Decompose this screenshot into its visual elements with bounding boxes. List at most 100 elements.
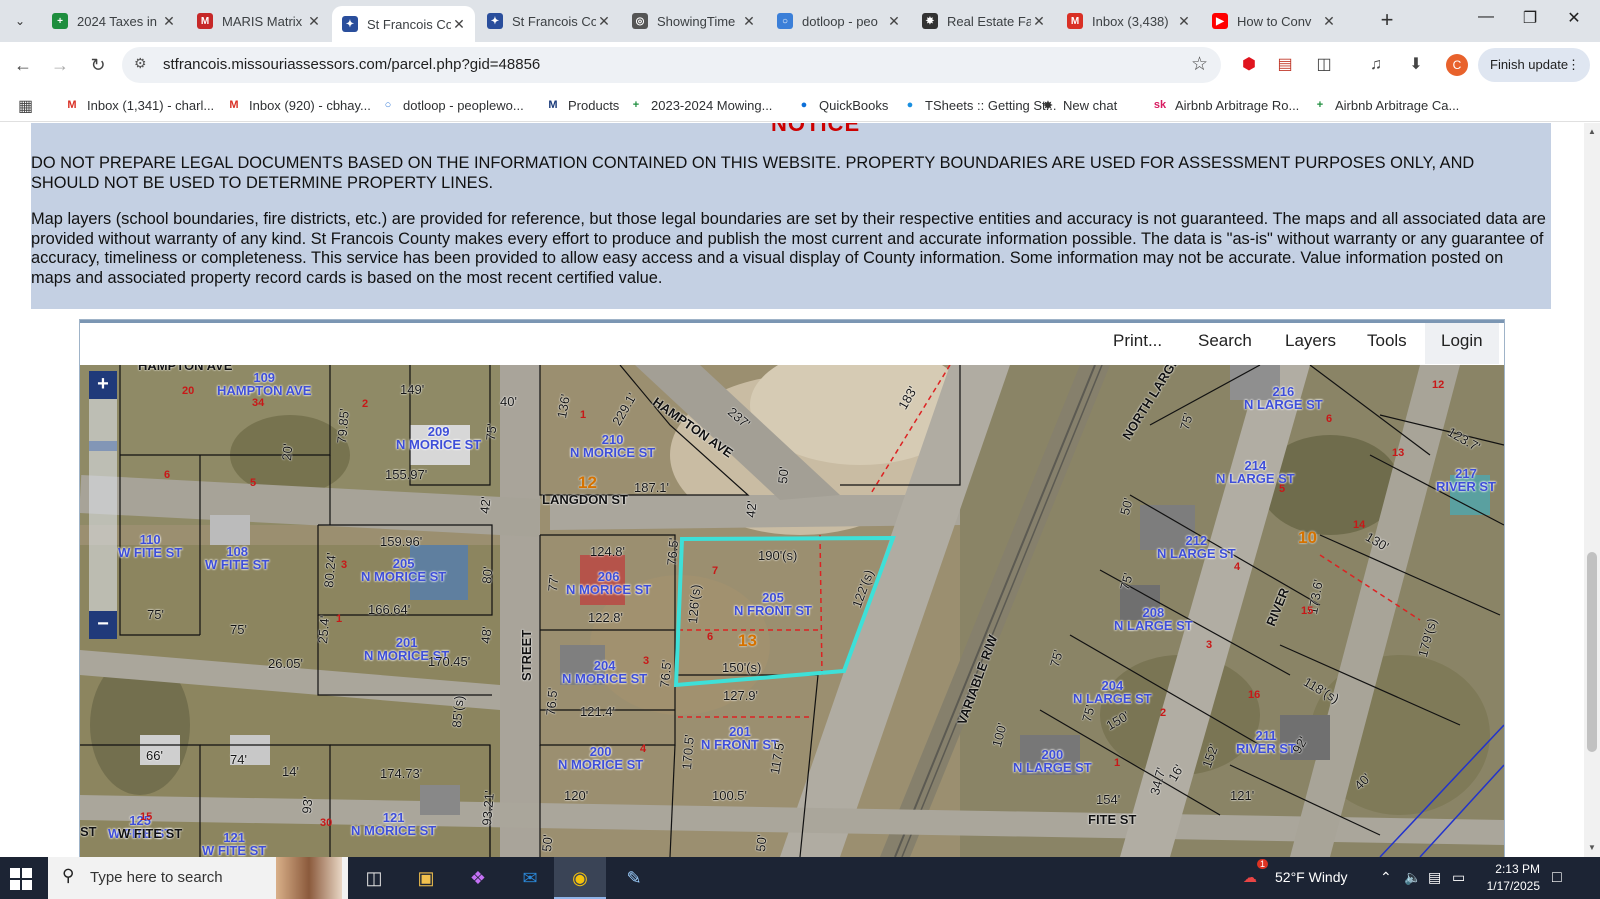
restore-icon[interactable]: ❐ — [1510, 8, 1550, 28]
dimension-label: 159.96' — [380, 534, 423, 549]
zoom-slider[interactable]: + − — [89, 371, 117, 639]
tab-5[interactable]: ○ dotloop - peo ✕ — [767, 6, 910, 36]
volume-icon[interactable]: 🔈 — [1404, 869, 1421, 886]
zoom-out-button[interactable]: − — [89, 611, 117, 639]
youtube-icon: ▶ — [1212, 13, 1228, 29]
windows-start-icon[interactable] — [10, 868, 32, 890]
block-number: 12 — [578, 473, 597, 492]
bookmark-item[interactable]: ● QuickBooks — [796, 95, 889, 115]
page-scrollbar[interactable]: ▲ ▼ — [1584, 123, 1600, 857]
lot-number-label: 5 — [1279, 483, 1286, 495]
bookmark-item[interactable]: sk Airbnb Arbitrage Ro... — [1152, 95, 1299, 115]
tab-3[interactable]: ✦ St Francois Co ✕ — [477, 6, 620, 36]
weather-icon[interactable]: ☁ — [1243, 869, 1257, 886]
outlook-icon[interactable]: ✉ — [510, 863, 550, 893]
bookmark-item[interactable]: M Inbox (920) - cbhay... — [226, 95, 370, 115]
tab-0[interactable]: +2024 Taxes in ✕ — [42, 6, 185, 36]
close-window-icon[interactable]: ✕ — [1554, 8, 1594, 28]
taskbar-search-box[interactable]: ⚲ Type here to search — [48, 857, 348, 899]
zoom-slider-thumb[interactable] — [89, 441, 117, 451]
scrollbar-thumb[interactable] — [1587, 552, 1597, 752]
file-explorer-icon[interactable]: ▣ — [406, 863, 446, 893]
tab-8[interactable]: ▶ How to Conv ✕ — [1202, 6, 1345, 36]
dimension-label: 76.5' — [657, 659, 675, 689]
extension-icon[interactable]: ▤ — [1273, 53, 1297, 77]
dimension-label: 80' — [479, 566, 496, 585]
tab-close-icon[interactable]: ✕ — [1176, 13, 1192, 30]
back-button[interactable]: ← — [9, 51, 37, 79]
parcel-street: N MORICE ST — [566, 582, 652, 597]
weather-text[interactable]: 52°F Windy — [1275, 869, 1348, 885]
minimize-icon[interactable]: — — [1466, 8, 1506, 26]
tab-close-icon[interactable]: ✕ — [1031, 13, 1047, 30]
media-controls-icon[interactable]: ♫ — [1364, 53, 1388, 77]
tab-2[interactable]: ✦ St Francois Co ✕ — [332, 6, 475, 42]
clock-time: 2:13 PM — [1495, 862, 1540, 876]
tab-close-icon[interactable]: ✕ — [886, 13, 902, 30]
taskbar-search-placeholder: Type here to search — [90, 869, 223, 886]
parcel-map[interactable]: 109 HAMPTON AVE 209 N MORICE ST 210 N MORICE … — [80, 365, 1504, 857]
apps-grid-icon[interactable]: ▦ — [18, 96, 33, 116]
tray-chevron-icon[interactable]: ⌃ — [1380, 869, 1392, 886]
task-view-icon[interactable]: ◫ — [354, 863, 394, 893]
dimension-label: 50' — [753, 834, 770, 853]
reload-button[interactable]: ↻ — [84, 51, 112, 79]
parcel-label: 200 N MORICE ST — [558, 745, 643, 771]
tab-4[interactable]: ◎ ShowingTime ✕ — [622, 6, 765, 36]
bookmark-item[interactable]: M Products — [545, 95, 619, 115]
dimension-label: 93' — [299, 796, 316, 815]
tab-close-icon[interactable]: ✕ — [1321, 13, 1337, 30]
bookmark-item[interactable]: ○ dotloop - peoplewo... — [380, 95, 524, 115]
address-bar[interactable]: ⚙ stfrancois.missouriassessors.com/parce… — [122, 47, 1221, 83]
tools-button[interactable]: Tools — [1367, 331, 1407, 351]
adblock-extension-icon[interactable]: ⬢ — [1237, 53, 1261, 77]
tab-6[interactable]: ✸ Real Estate Fa ✕ — [912, 6, 1055, 36]
gmail-icon: M — [229, 99, 239, 111]
login-button[interactable]: Login — [1425, 323, 1499, 364]
bookmark-star-icon[interactable]: ☆ — [1191, 53, 1208, 76]
bookmark-item[interactable]: M Inbox (1,341) - charl... — [64, 95, 214, 115]
profile-avatar[interactable]: C — [1446, 54, 1468, 76]
bookmark-item[interactable]: ● TSheets :: Getting St... — [902, 95, 1057, 115]
new-tab-button[interactable]: + — [1375, 8, 1399, 32]
site-info-icon[interactable]: ⚙ — [134, 55, 147, 72]
scroll-down-icon[interactable]: ▼ — [1588, 843, 1596, 852]
tab-7[interactable]: M Inbox (3,438) ✕ — [1057, 6, 1200, 36]
tab-search-button[interactable]: ⌄ — [8, 9, 32, 33]
layers-button[interactable]: Layers — [1285, 331, 1336, 351]
system-clock[interactable]: 2:13 PM 1/17/2025 — [1460, 861, 1540, 895]
bookmark-item[interactable]: + Airbnb Arbitrage Ca... — [1312, 95, 1460, 115]
street-name: HAMPTON AVE — [138, 365, 233, 373]
zoom-in-button[interactable]: + — [89, 371, 117, 399]
download-icon[interactable]: ⬇ — [1404, 53, 1428, 77]
parcel-street: N FRONT ST — [701, 737, 779, 752]
url-text[interactable]: stfrancois.missouriassessors.com/parcel.… — [163, 56, 540, 73]
tab-close-icon[interactable]: ✕ — [741, 13, 757, 30]
parcel-street: N FRONT ST — [734, 603, 812, 618]
lot-number-label: 14 — [1353, 519, 1366, 531]
parcel-label: 110 W FITE ST — [118, 533, 182, 559]
lot-number-label: 5 — [250, 477, 257, 489]
notifications-icon[interactable]: □ — [1552, 869, 1562, 887]
scroll-up-icon[interactable]: ▲ — [1588, 127, 1596, 136]
network-icon[interactable]: ▤ — [1428, 869, 1441, 886]
search-button[interactable]: Search — [1198, 331, 1252, 351]
tab-close-icon[interactable]: ✕ — [596, 13, 612, 30]
gmail-icon: M — [1067, 13, 1083, 29]
dimension-label: 136' — [554, 393, 573, 420]
bookmark-item[interactable]: +2023-2024 Mowing... — [628, 95, 773, 115]
extensions-puzzle-icon[interactable]: ◫ — [1312, 53, 1336, 77]
copilot-icon[interactable]: ❖ — [458, 863, 498, 893]
tab-1[interactable]: M MARIS Matrix ✕ — [187, 6, 330, 36]
bookmark-item[interactable]: ✸ New chat — [1040, 95, 1117, 115]
chrome-icon[interactable]: ◉ — [560, 863, 600, 893]
paint-icon[interactable]: ✎ — [614, 863, 654, 893]
forward-button[interactable]: → — [46, 51, 74, 79]
tab-close-icon[interactable]: ✕ — [451, 16, 467, 33]
finish-update-button[interactable]: Finish update ⋮ — [1478, 48, 1590, 82]
dimension-label: 75' — [147, 607, 164, 622]
tab-close-icon[interactable]: ✕ — [161, 13, 177, 30]
parcel-street: N LARGE ST — [1013, 760, 1092, 775]
tab-close-icon[interactable]: ✕ — [306, 13, 322, 30]
print-button[interactable]: Print... — [1113, 331, 1162, 351]
